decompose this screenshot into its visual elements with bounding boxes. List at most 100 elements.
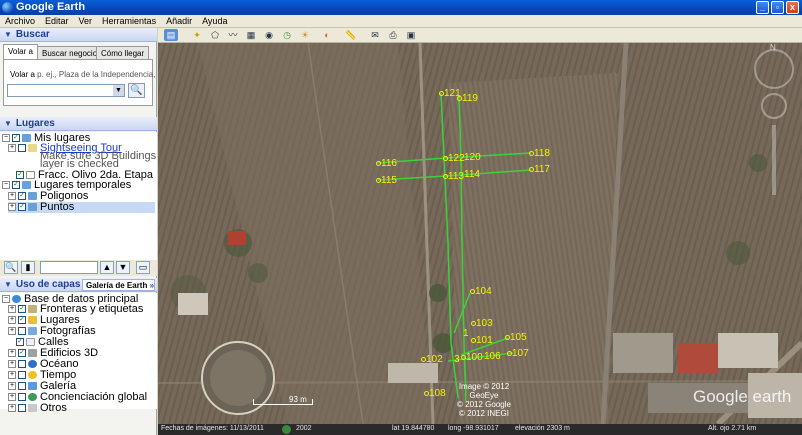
layer-item-concienciacion[interactable]: + Concienciación global: [8, 392, 147, 403]
print-icon[interactable]: ⎙: [386, 29, 400, 41]
star-icon: [28, 382, 37, 391]
earth-gallery-button[interactable]: Galería de Earth »: [82, 279, 155, 291]
checkbox: [18, 382, 26, 391]
title-bar: Google Earth _ ▫ x: [0, 0, 802, 15]
map-point[interactable]: 116: [376, 157, 397, 169]
path-icon: [26, 171, 35, 180]
places-filter-input[interactable]: [40, 261, 98, 274]
map-point[interactable]: 1: [463, 327, 469, 339]
globe-icon: [12, 295, 21, 304]
zoom-slider[interactable]: [772, 125, 776, 195]
search-button[interactable]: 🔍: [128, 83, 145, 98]
historical-imagery-icon[interactable]: [282, 425, 291, 434]
checkbox: [18, 393, 26, 402]
toggle-panel-button[interactable]: ▮: [21, 261, 35, 274]
collapse-toggle-icon: −: [2, 295, 10, 304]
map-point[interactable]: 103: [471, 317, 493, 329]
menu-archivo[interactable]: Archivo: [0, 15, 40, 26]
building-icon: [28, 349, 37, 358]
image-overlay-icon[interactable]: ▦: [244, 29, 258, 41]
folder-icon: [28, 192, 37, 201]
folder-icon: [28, 203, 37, 212]
tab-volar-a[interactable]: Volar a: [3, 44, 38, 60]
move-down-button[interactable]: ▼: [116, 261, 130, 274]
places-panel-header[interactable]: ▼ Lugares: [0, 117, 157, 131]
expand-toggle-icon: +: [8, 349, 16, 358]
tab-como-llegar[interactable]: Cómo llegar: [96, 46, 150, 60]
checkbox: [18, 327, 26, 336]
map-point[interactable]: 104: [470, 285, 492, 297]
sidebar-toggle-icon[interactable]: ▤: [164, 29, 178, 41]
north-icon: N: [770, 43, 776, 52]
map-point[interactable]: 101: [471, 334, 493, 346]
map-point[interactable]: 114: [464, 168, 480, 180]
map-point[interactable]: 119: [457, 92, 478, 104]
close-button[interactable]: x: [786, 1, 799, 14]
window-title: Google Earth: [16, 1, 86, 13]
places-toolbar: 🔍 ▮ ▲ ▼ ▭: [0, 260, 157, 276]
checkbox: ✓: [12, 181, 20, 190]
google-earth-logo-icon: [2, 2, 13, 13]
maximize-button[interactable]: ▫: [771, 1, 784, 14]
map-point[interactable]: 107: [507, 347, 529, 359]
map-point[interactable]: 122: [443, 152, 465, 164]
expand-toggle-icon: +: [8, 305, 16, 314]
minimize-button[interactable]: _: [756, 1, 769, 14]
planet-switch-icon[interactable]: ◐: [320, 29, 334, 41]
add-placemark-icon[interactable]: ✦: [190, 29, 204, 41]
map-point[interactable]: 102: [421, 353, 443, 365]
add-polygon-icon[interactable]: ⬠: [208, 29, 222, 41]
road-icon: [26, 338, 35, 347]
map-view[interactable]: 121 119 116 122 120 118 115 113 114 117 …: [158, 43, 802, 424]
expand-toggle-icon: +: [8, 360, 16, 369]
tree-item-puntos[interactable]: + ✓ Puntos: [8, 202, 155, 213]
move-up-button[interactable]: ▲: [100, 261, 114, 274]
map-point[interactable]: 115: [376, 174, 397, 186]
places-tree: − ✓ Mis lugares + Sightseeing Tour Make sur…: [0, 132, 157, 263]
checkbox: [18, 404, 26, 413]
checkbox: ✓: [18, 349, 26, 358]
move-joystick[interactable]: [761, 93, 787, 119]
map-point[interactable]: 100: [461, 351, 483, 363]
map-point[interactable]: 108: [424, 387, 446, 399]
email-icon[interactable]: ✉: [368, 29, 382, 41]
imagery-year: 2002: [296, 425, 312, 432]
expand-toggle-icon: +: [8, 404, 16, 413]
ocean-icon: [28, 360, 37, 369]
map-point[interactable]: 105: [505, 331, 527, 343]
sun-icon: [28, 371, 37, 380]
search-places-button[interactable]: 🔍: [4, 261, 18, 274]
search-panel-header[interactable]: ▼ Buscar: [0, 28, 157, 42]
checkbox: [18, 371, 26, 380]
main-toolbar: ▤ ✦ ⬠ 〰 ▦ ◉ ◷ ☀ ◐ 📏 ✉ ⎙ ▣: [158, 28, 802, 43]
dropdown-arrow-icon[interactable]: ▼: [113, 85, 124, 96]
expand-toggle-icon: +: [8, 192, 16, 201]
menu-ayuda[interactable]: Ayuda: [197, 15, 232, 26]
map-point[interactable]: 3: [454, 353, 460, 365]
ruler-icon[interactable]: 📏: [344, 29, 358, 41]
google-maps-icon[interactable]: ▣: [404, 29, 418, 41]
menu-ver[interactable]: Ver: [74, 15, 98, 26]
expand-toggle-icon: +: [8, 393, 16, 402]
add-path-icon[interactable]: 〰: [226, 29, 240, 41]
status-bar: Fechas de imágenes: 11/13/2011 2002 lat …: [158, 424, 802, 435]
latitude: lat 19.844780: [392, 425, 435, 432]
sunlight-icon[interactable]: ☀: [298, 29, 312, 41]
map-point[interactable]: 120: [464, 151, 481, 163]
layer-item-otros[interactable]: + Otros: [8, 403, 67, 414]
map-point[interactable]: 118: [529, 147, 550, 159]
folder-view-button[interactable]: ▭: [136, 261, 150, 274]
map-point[interactable]: 113: [443, 170, 464, 182]
menu-anadir[interactable]: Añadir: [161, 15, 197, 26]
expand-toggle-icon: +: [8, 316, 16, 325]
map-point[interactable]: 117: [529, 163, 550, 175]
record-tour-icon[interactable]: ◉: [262, 29, 276, 41]
fly-to-input[interactable]: ▼: [7, 84, 125, 97]
historical-imagery-icon[interactable]: ◷: [280, 29, 294, 41]
menu-editar[interactable]: Editar: [40, 15, 74, 26]
expand-toggle-icon: +: [8, 327, 16, 336]
expand-toggle-icon: +: [8, 371, 16, 380]
map-point[interactable]: 106: [484, 350, 501, 362]
look-joystick[interactable]: N: [754, 43, 794, 89]
menu-herramientas[interactable]: Herramientas: [97, 15, 161, 26]
